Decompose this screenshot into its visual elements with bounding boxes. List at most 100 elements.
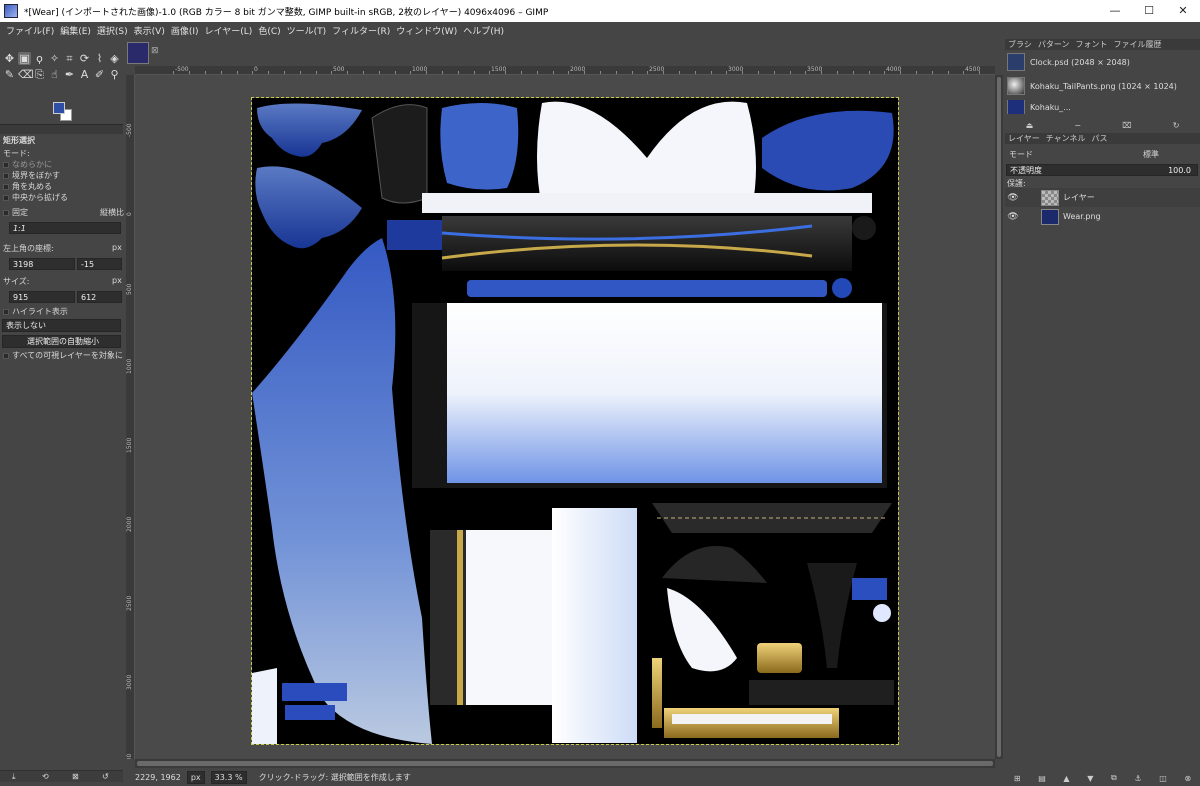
menu-filters[interactable]: フィルター(R) bbox=[329, 24, 393, 37]
image-tab-thumbnail[interactable] bbox=[127, 42, 149, 64]
layer-mode-select[interactable]: 標準 bbox=[1143, 149, 1159, 160]
ruler-tick bbox=[521, 71, 522, 74]
all-layers-checkbox[interactable]: すべての可視レイヤーを対象に bbox=[3, 350, 123, 361]
tab-document-history[interactable]: ファイル履歴 bbox=[1110, 39, 1164, 50]
image-canvas[interactable] bbox=[135, 75, 995, 759]
move-tool-icon[interactable]: ✥ bbox=[3, 52, 16, 65]
image-tab-close-icon[interactable]: ⊠ bbox=[151, 46, 159, 56]
foreground-color-swatch[interactable] bbox=[53, 102, 65, 114]
delete-layer-icon[interactable]: ⊗ bbox=[1184, 774, 1191, 783]
horizontal-scrollbar[interactable] bbox=[135, 759, 995, 768]
reload-icon[interactable]: ↻ bbox=[1173, 121, 1180, 130]
ruler-tick bbox=[489, 71, 490, 74]
restore-preset-icon[interactable]: ⟲ bbox=[42, 771, 49, 783]
tab-fonts[interactable]: フォント bbox=[1072, 39, 1110, 50]
menu-layer[interactable]: レイヤー(L) bbox=[202, 24, 256, 37]
tab-patterns[interactable]: パターン bbox=[1035, 39, 1073, 50]
ruler-tick bbox=[395, 71, 396, 74]
vertical-scrollbar[interactable] bbox=[995, 75, 1003, 759]
feather-checkbox[interactable]: 境界をぼかす bbox=[3, 170, 60, 181]
new-layer-group-icon[interactable]: ⊞ bbox=[1014, 774, 1021, 783]
menu-help[interactable]: ヘルプ(H) bbox=[460, 24, 507, 37]
rect-select-tool-icon[interactable]: ▣ bbox=[18, 52, 31, 65]
visibility-eye-icon[interactable]: 👁 bbox=[1005, 212, 1021, 222]
fixed-checkbox[interactable]: 固定 bbox=[3, 207, 28, 218]
visibility-eye-icon[interactable]: 👁 bbox=[1005, 193, 1021, 203]
menu-edit[interactable]: 編集(E) bbox=[57, 24, 94, 37]
ruler-tick-label: 4000 bbox=[886, 66, 902, 73]
tab-channels[interactable]: チャンネル bbox=[1043, 133, 1089, 144]
new-layer-icon[interactable]: ▤ bbox=[1038, 774, 1046, 783]
horizontal-ruler[interactable]: -500 0 500 1000 1500 2000 2500 3000 3500 4000 4500 bbox=[135, 66, 995, 75]
layer-row[interactable]: 👁 Wear.png bbox=[1005, 207, 1200, 226]
duplicate-layer-icon[interactable]: ⧉ bbox=[1111, 773, 1117, 783]
color-picker-tool-icon[interactable]: ✐ bbox=[93, 68, 106, 81]
reset-icon[interactable]: ↺ bbox=[102, 771, 109, 783]
ruler-tick-label: 0 bbox=[254, 66, 258, 73]
history-item[interactable]: Clock.psd (2048 × 2048) bbox=[1007, 52, 1192, 72]
warp-tool-icon[interactable]: ⌇ bbox=[93, 52, 106, 65]
maximize-button[interactable]: ☐ bbox=[1132, 0, 1166, 22]
crop-tool-icon[interactable]: ⌗ bbox=[63, 52, 76, 65]
ratio-input[interactable]: 1:1 bbox=[9, 222, 121, 234]
size-w-input[interactable]: 915 bbox=[9, 291, 75, 303]
paint-tool-icon[interactable]: ✎ bbox=[3, 68, 16, 81]
tab-layers[interactable]: レイヤー bbox=[1005, 133, 1043, 144]
unit-select[interactable]: px bbox=[186, 770, 205, 784]
lower-layer-icon[interactable]: ▼ bbox=[1087, 774, 1093, 783]
autoshrink-button[interactable]: 選択範囲の自動縮小 bbox=[2, 335, 121, 348]
menu-image[interactable]: 画像(I) bbox=[168, 24, 202, 37]
history-item[interactable]: Kohaku_TailPants.png (1024 × 1024) bbox=[1007, 76, 1192, 96]
size-unit[interactable]: px bbox=[112, 276, 122, 285]
tool-options-tabbar[interactable] bbox=[0, 124, 123, 134]
size-h-input[interactable]: 612 bbox=[77, 291, 122, 303]
menu-view[interactable]: 表示(V) bbox=[131, 24, 168, 37]
fixed-mode-select[interactable]: 縦横比 bbox=[100, 207, 124, 218]
raise-layer-icon[interactable]: ▲ bbox=[1063, 774, 1069, 783]
zoom-select[interactable]: 33.3 % bbox=[210, 770, 247, 784]
expand-center-checkbox[interactable]: 中央から拡げる bbox=[3, 192, 68, 203]
lasso-tool-icon[interactable]: ϙ bbox=[33, 52, 46, 65]
text-tool-icon[interactable]: A bbox=[78, 68, 91, 81]
menu-windows[interactable]: ウィンドウ(W) bbox=[393, 24, 460, 37]
menu-colors[interactable]: 色(C) bbox=[255, 24, 283, 37]
rotate-tool-icon[interactable]: ⟳ bbox=[78, 52, 91, 65]
antialias-checkbox[interactable]: なめらかに bbox=[3, 159, 52, 170]
ruler-tick bbox=[663, 71, 664, 74]
position-y-input[interactable]: -15 bbox=[77, 258, 122, 270]
rounded-checkbox[interactable]: 角を丸める bbox=[3, 181, 52, 192]
eraser-tool-icon[interactable]: ⌫ bbox=[18, 68, 34, 81]
vertical-ruler[interactable]: -500 0 500 1000 1500 2000 2500 3000 3500 bbox=[126, 75, 135, 759]
history-item[interactable]: Kohaku_... bbox=[1007, 100, 1192, 114]
ruler-tick bbox=[758, 71, 759, 74]
menu-tools[interactable]: ツール(T) bbox=[284, 24, 330, 37]
anchor-layer-icon[interactable]: ⚓ bbox=[1134, 774, 1141, 783]
fill-tool-icon[interactable]: ◈ bbox=[108, 52, 121, 65]
path-tool-icon[interactable]: ✒ bbox=[63, 68, 76, 81]
tab-brushes[interactable]: ブラシ bbox=[1005, 39, 1035, 50]
smudge-tool-icon[interactable]: ☝ bbox=[48, 68, 61, 81]
position-x-input[interactable]: 3198 bbox=[9, 258, 75, 270]
save-preset-icon[interactable]: ⤓ bbox=[12, 771, 16, 783]
menu-file[interactable]: ファイル(F) bbox=[3, 24, 57, 37]
position-unit[interactable]: px bbox=[112, 243, 122, 252]
menu-select[interactable]: 選択(S) bbox=[94, 24, 131, 37]
open-image-icon[interactable]: ⏏ bbox=[1026, 121, 1034, 130]
zoom-tool-icon[interactable]: ⚲ bbox=[108, 68, 121, 81]
tab-paths[interactable]: パス bbox=[1089, 133, 1111, 144]
close-button[interactable]: ✕ bbox=[1166, 0, 1200, 22]
layer-row[interactable]: 👁 レイヤー bbox=[1005, 188, 1200, 207]
guides-select[interactable]: 表示しない bbox=[2, 319, 121, 332]
delete-preset-icon[interactable]: ⊠ bbox=[72, 771, 79, 783]
uv-texture-image[interactable] bbox=[251, 97, 899, 745]
fg-bg-colors[interactable] bbox=[53, 102, 73, 122]
ruler-tick bbox=[300, 71, 301, 74]
remove-entry-icon[interactable]: − bbox=[1074, 121, 1081, 130]
minimize-button[interactable]: — bbox=[1098, 0, 1132, 22]
clear-history-icon[interactable]: ⌧ bbox=[1122, 121, 1131, 130]
highlight-checkbox[interactable]: ハイライト表示 bbox=[3, 306, 68, 317]
opacity-slider[interactable]: 不透明度 100.0 bbox=[1006, 164, 1198, 176]
fuzzy-select-tool-icon[interactable]: ✧ bbox=[48, 52, 61, 65]
mask-layer-icon[interactable]: ◫ bbox=[1159, 774, 1167, 783]
clone-tool-icon[interactable]: ⎘ bbox=[33, 68, 46, 81]
